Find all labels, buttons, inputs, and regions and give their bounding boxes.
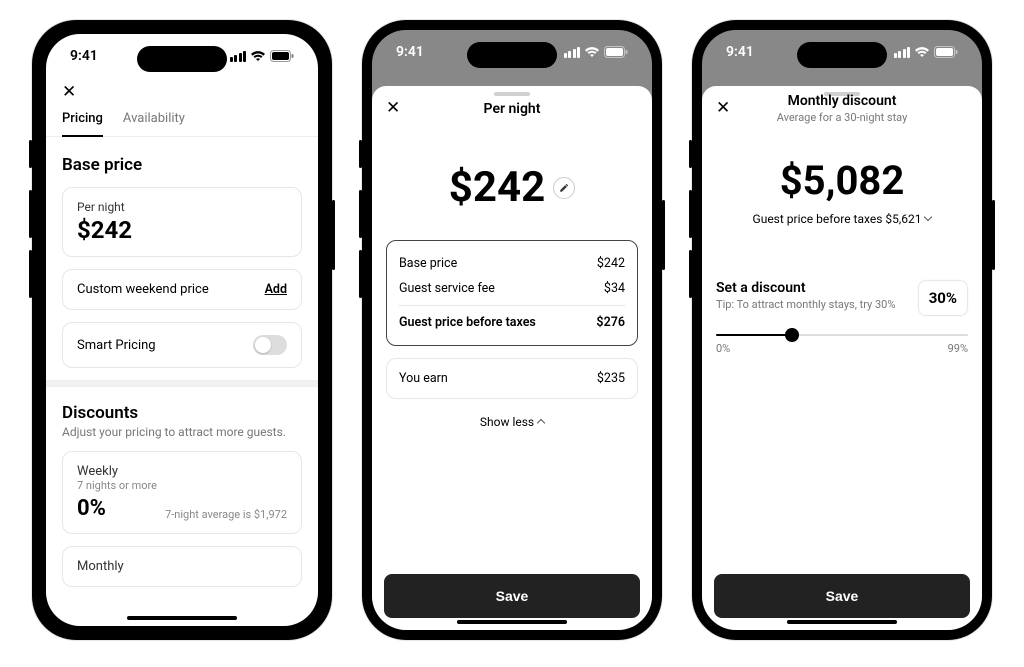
home-indicator — [127, 616, 237, 620]
you-earn-value: $235 — [597, 371, 625, 386]
pencil-icon — [559, 183, 569, 193]
close-icon[interactable]: ✕ — [386, 100, 400, 117]
base-price-value: $242 — [597, 256, 625, 271]
discounts-heading: Discounts — [62, 403, 302, 423]
weekly-pct: 0% — [77, 496, 106, 521]
tab-availability[interactable]: Availability — [123, 111, 185, 136]
service-fee-label: Guest service fee — [399, 281, 495, 296]
battery-icon — [270, 50, 294, 62]
weekend-price-card[interactable]: Custom weekend price Add — [62, 269, 302, 310]
home-indicator — [787, 620, 897, 624]
close-icon[interactable]: ✕ — [716, 100, 730, 117]
home-indicator — [457, 620, 567, 624]
battery-icon — [934, 46, 958, 58]
price-breakdown-card: Base price $242 Guest service fee $34 Gu… — [386, 240, 638, 346]
phone-monthly-discount: 9:41 ✕ Monthly discount Average for a 30… — [692, 20, 992, 640]
cellular-icon — [894, 47, 911, 58]
cellular-icon — [230, 51, 247, 62]
guest-total-label: Guest price before taxes — [399, 315, 536, 330]
add-weekend-button[interactable]: Add — [265, 282, 287, 297]
save-button[interactable]: Save — [384, 574, 640, 618]
dynamic-island — [467, 42, 557, 68]
wifi-icon — [250, 50, 266, 62]
sheet-title: Monthly discount — [702, 93, 982, 109]
smart-pricing-card: Smart Pricing — [62, 322, 302, 368]
price-hero: $242 — [449, 163, 545, 212]
dynamic-island — [137, 46, 227, 72]
status-time: 9:41 — [726, 44, 754, 60]
weekly-label: Weekly — [77, 464, 287, 479]
monthly-discount-card[interactable]: Monthly — [62, 546, 302, 587]
tabs: Pricing Availability — [46, 105, 318, 137]
save-button[interactable]: Save — [714, 574, 970, 618]
discounts-subtitle: Adjust your pricing to attract more gues… — [62, 425, 302, 439]
tab-pricing[interactable]: Pricing — [62, 111, 103, 136]
guest-total-value: $276 — [596, 315, 625, 330]
screen-1: 9:41 ✕ Pricing Availability Base price P… — [46, 34, 318, 626]
set-discount-label: Set a discount — [716, 280, 895, 296]
slider-max-label: 99% — [948, 342, 968, 355]
base-price-label: Base price — [399, 256, 457, 271]
discount-value-field[interactable]: 30% — [918, 280, 968, 316]
close-icon[interactable]: ✕ — [62, 84, 76, 101]
wifi-icon — [584, 46, 600, 58]
discount-slider[interactable]: 0% 99% — [716, 334, 968, 355]
weekend-price-label: Custom weekend price — [77, 282, 209, 297]
weekly-meta: 7-night average is $1,972 — [165, 508, 287, 521]
base-price-heading: Base price — [62, 155, 302, 175]
monthly-label: Monthly — [77, 559, 287, 574]
weekly-sub: 7 nights or more — [77, 479, 287, 492]
battery-icon — [604, 46, 628, 58]
service-fee-value: $34 — [604, 281, 625, 296]
per-night-sheet: ✕ Per night $242 Base price $242 Gu — [372, 86, 652, 630]
you-earn-label: You earn — [399, 371, 448, 386]
price-hero: $5,082 — [716, 157, 968, 204]
phone-per-night-sheet: 9:41 ✕ Per night $242 — [362, 20, 662, 640]
phone-pricing-list: 9:41 ✕ Pricing Availability Base price P… — [32, 20, 332, 640]
per-night-value: $242 — [77, 216, 287, 244]
smart-pricing-label: Smart Pricing — [77, 338, 156, 353]
edit-price-button[interactable] — [553, 177, 575, 199]
chevron-up-icon — [537, 419, 545, 427]
sheet-title: Per night — [372, 101, 652, 117]
slider-min-label: 0% — [716, 342, 730, 355]
section-divider — [46, 380, 318, 387]
cellular-icon — [564, 47, 581, 58]
wifi-icon — [914, 46, 930, 58]
discount-tip: Tip: To attract monthly stays, try 30% — [716, 298, 895, 311]
chevron-down-icon — [924, 213, 932, 221]
smart-pricing-toggle[interactable] — [253, 335, 287, 355]
screen-2: 9:41 ✕ Per night $242 — [372, 30, 652, 630]
status-time: 9:41 — [396, 44, 424, 60]
status-time: 9:41 — [70, 48, 98, 64]
screen-3: 9:41 ✕ Monthly discount Average for a 30… — [702, 30, 982, 630]
weekly-discount-card[interactable]: Weekly 7 nights or more 0% 7-night avera… — [62, 451, 302, 534]
per-night-card[interactable]: Per night $242 — [62, 187, 302, 257]
dynamic-island — [797, 42, 887, 68]
show-less-button[interactable]: Show less — [386, 415, 638, 429]
you-earn-card: You earn $235 — [386, 358, 638, 399]
monthly-discount-sheet: ✕ Monthly discount Average for a 30-nigh… — [702, 86, 982, 630]
pretax-toggle[interactable]: Guest price before taxes $5,621 — [716, 212, 968, 226]
per-night-label: Per night — [77, 200, 287, 214]
